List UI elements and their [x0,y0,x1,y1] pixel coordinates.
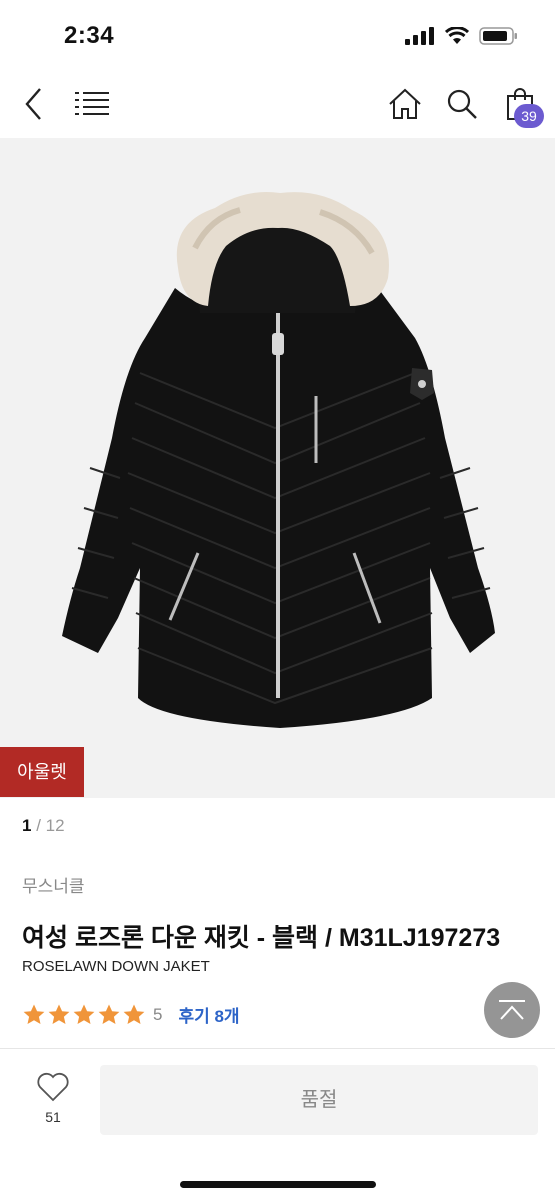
status-icons [405,26,519,46]
product-title: 여성 로즈론 다운 재킷 - 블랙 / M31LJ197273 [22,924,501,952]
back-button[interactable] [12,82,56,126]
search-button[interactable] [440,82,484,126]
battery-icon [479,27,517,45]
signal-icon [405,27,434,45]
cart-count-badge: 39 [514,104,544,128]
rating-row: 5 후기 8개 [22,1002,240,1027]
reviews-link[interactable]: 후기 8개 [178,1002,239,1027]
rating-value: 5 [153,1004,163,1024]
home-indicator [180,1181,376,1188]
menu-button[interactable] [70,82,114,126]
top-navigation [0,70,555,138]
like-button[interactable]: 51 [28,1072,78,1125]
product-image[interactable] [0,138,555,798]
home-button[interactable] [383,82,427,126]
product-subtitle: ROSELAWN DOWN JAKET [22,958,210,975]
search-icon [447,89,477,119]
home-icon [389,88,421,119]
star-icon [123,1004,145,1024]
back-icon [25,88,41,120]
bottom-divider [0,1048,555,1049]
star-icon [48,1004,70,1024]
scroll-top-button[interactable] [484,982,540,1038]
status-time: 2:34 [64,22,115,49]
scroll-top-icon [499,1000,525,1020]
menu-icon [75,92,109,115]
outlet-badge: 아울렛 [0,747,84,797]
status-bar: 2:34 [0,0,555,70]
star-icon [98,1004,120,1024]
star-icon [23,1004,45,1024]
wifi-icon [445,27,469,44]
sold-out-button[interactable]: 품절 [100,1065,538,1135]
pager-current: 1 [22,816,32,835]
image-pager: 1 / 12 [22,816,65,836]
jacket-image [62,192,495,728]
like-count: 51 [45,1109,61,1125]
heart-icon [37,1072,69,1102]
star-icon [73,1004,95,1024]
pager-total: / 12 [36,816,65,835]
brand-name[interactable]: 무스너클 [22,872,85,897]
